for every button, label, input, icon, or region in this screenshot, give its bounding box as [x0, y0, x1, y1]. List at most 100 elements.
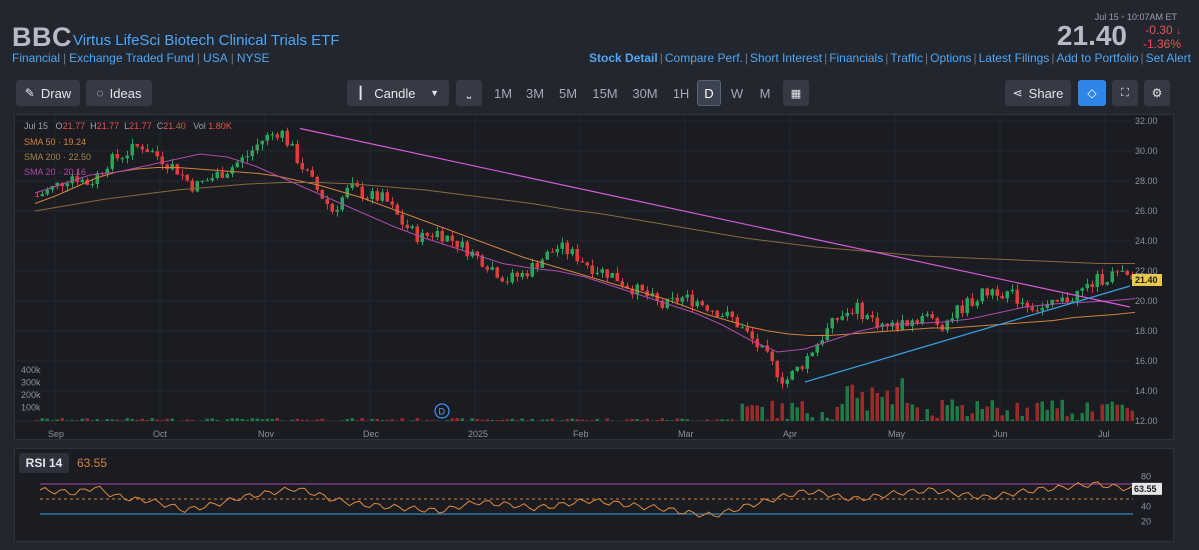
volume-bar	[595, 418, 599, 421]
timeframe-15m[interactable]: 15M	[588, 80, 622, 106]
volume-bar	[520, 418, 524, 421]
ideas-button[interactable]: ◌ Ideas	[86, 80, 152, 106]
volume-bar	[975, 401, 979, 421]
rsi-label[interactable]: RSI 14	[19, 453, 69, 473]
candle-body	[855, 302, 859, 314]
volume-bar	[790, 403, 794, 421]
volume-bar	[885, 390, 889, 421]
candle-body	[580, 261, 584, 263]
candle-body	[235, 162, 239, 168]
volume-bar	[610, 420, 614, 421]
link-compare-perf[interactable]: Compare Perf.	[665, 51, 743, 65]
volume-bar	[130, 419, 134, 421]
candle-body	[80, 179, 84, 183]
link-financials[interactable]: Financials	[829, 51, 883, 65]
candle-body	[590, 265, 594, 274]
volume-bar	[1000, 415, 1004, 421]
candle-body	[285, 130, 289, 146]
link-stock-detail[interactable]: Stock Detail	[589, 51, 658, 65]
volume-bar	[470, 418, 474, 421]
breadcrumb: Financial | Exchange Traded Fund | USA | NYSE	[12, 51, 270, 65]
volume-bar	[645, 418, 649, 421]
crumb-industry[interactable]: Exchange Traded Fund	[69, 51, 194, 65]
share-button[interactable]: ⋖ Share	[1005, 80, 1071, 106]
candle-body	[730, 311, 734, 318]
rsi-axis-label: 40	[1141, 502, 1151, 512]
volume-bar	[825, 417, 829, 421]
candle-body	[250, 150, 254, 157]
candle-body	[610, 272, 614, 278]
link-options[interactable]: Options	[930, 51, 971, 65]
sma50-line	[34, 167, 1136, 336]
volume-bar	[75, 420, 79, 421]
crumb-separator: |	[230, 51, 234, 65]
candle-body	[185, 174, 189, 181]
crumb-country[interactable]: USA	[203, 51, 228, 65]
volume-bar	[935, 417, 939, 421]
candle-body	[680, 297, 684, 302]
candle-body	[205, 180, 209, 182]
price-chart-panel[interactable]: 32.00 30.00 28.00 26.00 24.00 22.00 20.00 18.00…	[14, 114, 1174, 440]
fund-name-link[interactable]: Virtus LifeSci Biotech Clinical Trials E…	[73, 32, 339, 49]
draw-button[interactable]: ✎ Draw	[16, 80, 80, 106]
timeframe-3m[interactable]: 3M	[520, 80, 550, 106]
settings-button[interactable]: ⚙	[1144, 80, 1170, 106]
candle-body	[785, 379, 789, 384]
volume-bar	[705, 419, 709, 421]
candle-body	[745, 327, 749, 332]
link-latest-filings[interactable]: Latest Filings	[979, 51, 1050, 65]
timeframe-1h[interactable]: 1H	[667, 80, 695, 106]
timeframe-range-button[interactable]: ⎵	[456, 80, 482, 106]
link-add-to-portfolio[interactable]: Add to Portfolio	[1056, 51, 1138, 65]
timeframe-d[interactable]: D	[697, 80, 721, 106]
volume-bar	[295, 418, 299, 421]
candle-body	[1020, 302, 1024, 304]
volume-bar	[640, 420, 644, 421]
price-chart-svg[interactable]: 32.0030.0028.0026.0024.0022.0020.0018.00…	[15, 115, 1175, 441]
volume-bar	[930, 415, 934, 421]
link-set-alert[interactable]: Set Alert	[1146, 51, 1191, 65]
timeframe-30m[interactable]: 30M	[627, 80, 663, 106]
candle-body	[375, 191, 379, 201]
timeframe-5m[interactable]: 5M	[553, 80, 583, 106]
volume-bar	[800, 401, 804, 421]
volume-bar	[485, 419, 489, 421]
timeframe-w[interactable]: W	[725, 80, 749, 106]
candle-body	[170, 164, 174, 170]
month-label: Nov	[258, 429, 275, 439]
volume-bar	[1130, 410, 1134, 421]
volume-bar	[125, 418, 129, 421]
volume-bar	[855, 398, 859, 421]
candle-body	[850, 312, 854, 314]
rsi-chart-svg[interactable]: 8060402063.55	[15, 449, 1175, 543]
crumb-exchange[interactable]: NYSE	[237, 51, 270, 65]
timeframe-1m[interactable]: 1M	[488, 80, 518, 106]
link-traffic[interactable]: Traffic	[890, 51, 923, 65]
volume-bar	[805, 413, 809, 421]
quote-time: 10:07AM ET	[1126, 12, 1177, 22]
candle-body	[750, 331, 754, 339]
crumb-sector[interactable]: Financial	[12, 51, 60, 65]
volume-bar	[770, 400, 774, 421]
candle-body	[1120, 270, 1124, 272]
candle-body	[110, 154, 114, 169]
candle-body	[555, 248, 559, 253]
candle-body	[1085, 284, 1089, 289]
volume-bar	[1105, 404, 1109, 421]
candle-body	[965, 298, 969, 314]
volume-bar	[710, 420, 714, 421]
volume-bar	[560, 420, 564, 421]
timeframe-m[interactable]: M	[753, 80, 777, 106]
volume-bar	[750, 405, 754, 421]
calendar-button[interactable]: ▦	[783, 80, 809, 106]
rsi-panel[interactable]: 8060402063.55 RSI 14 63.55	[14, 448, 1174, 542]
draw-label: Draw	[40, 85, 72, 101]
candle-body	[440, 230, 444, 242]
month-label: 2025	[468, 429, 488, 439]
chart-type-select[interactable]: ┃ Candle ▼	[347, 80, 449, 106]
ideas-diamond-button[interactable]: ◇	[1078, 80, 1106, 106]
volume-bar	[150, 418, 154, 421]
candle-body	[415, 226, 419, 243]
fullscreen-button[interactable]: ⛶	[1112, 80, 1138, 106]
link-short-interest[interactable]: Short Interest	[750, 51, 822, 65]
